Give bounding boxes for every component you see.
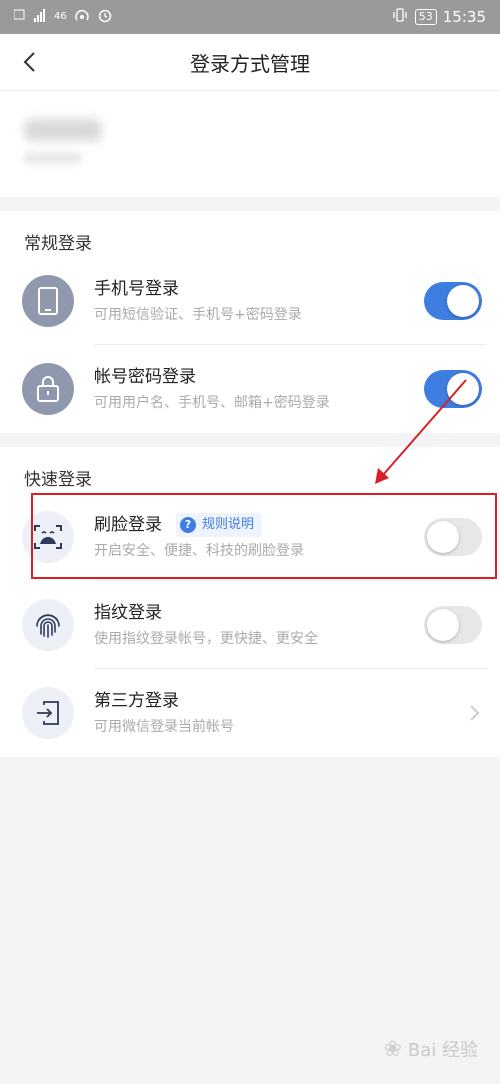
lock-icon xyxy=(22,363,74,415)
toggle-knob xyxy=(447,373,479,405)
rule-description-button[interactable]: ? 规则说明 xyxy=(176,513,263,537)
list-item-password-login: 帐号密码登录 可用用户名、手机号、邮箱+密码登录 xyxy=(0,345,500,433)
list-item-face-login: 刷脸登录 ? 规则说明 开启安全、便捷、科技的刷脸登录 xyxy=(0,493,500,581)
paw-icon: ❀ xyxy=(383,1036,402,1062)
watermark: ❀ Bai 经验 xyxy=(383,1036,478,1062)
rule-description-label: 规则说明 xyxy=(202,517,255,532)
watermark-text: Bai 经验 xyxy=(407,1040,478,1061)
account-info xyxy=(0,91,500,197)
signal-icon xyxy=(13,7,48,27)
hotspot-icon xyxy=(73,7,91,27)
face-login-toggle[interactable] xyxy=(424,518,482,556)
list-item-phone-login: 手机号登录 可用短信验证、手机号+密码登录 xyxy=(0,257,500,345)
status-left: 46 xyxy=(13,7,113,27)
alarm-icon xyxy=(97,7,113,27)
toggle-knob xyxy=(427,609,459,641)
quick-login-section: 快速登录 刷脸登录 ? 规则说明 开启安全、便捷、科技的刷脸登录 指纹登录 使用… xyxy=(0,447,500,757)
network-type: 46 xyxy=(54,11,67,22)
list-item-third-party-login[interactable]: 第三方登录 可用微信登录当前帐号 xyxy=(0,669,500,757)
section-title-regular: 常规登录 xyxy=(24,234,92,254)
back-button[interactable] xyxy=(10,42,50,82)
status-right: 53 15:35 xyxy=(391,7,486,27)
toggle-knob xyxy=(427,521,459,553)
question-icon: ? xyxy=(180,517,196,533)
blurred-account-detail xyxy=(24,153,82,163)
status-time: 15:35 xyxy=(442,8,486,26)
fingerprint-login-toggle[interactable] xyxy=(424,606,482,644)
status-bar: 46 53 15:35 xyxy=(0,0,500,34)
page-title: 登录方式管理 xyxy=(190,51,310,76)
regular-login-section: 常规登录 手机号登录 可用短信验证、手机号+密码登录 帐号密码登录 可用用户名、… xyxy=(0,211,500,433)
chevron-right-icon[interactable] xyxy=(464,701,484,725)
vibrate-icon xyxy=(391,7,409,27)
item-subtitle: 可用微信登录当前帐号 xyxy=(94,719,234,735)
item-title: 刷脸登录 xyxy=(94,515,162,535)
battery-icon: 53 xyxy=(414,9,437,25)
login-arrow-icon xyxy=(22,687,74,739)
top-nav-bar: 登录方式管理 xyxy=(0,34,500,91)
password-login-toggle[interactable] xyxy=(424,370,482,408)
phone-icon xyxy=(22,275,74,327)
face-scan-icon xyxy=(22,511,74,563)
blurred-username xyxy=(24,119,102,141)
phone-login-toggle[interactable] xyxy=(424,282,482,320)
section-title-quick: 快速登录 xyxy=(24,470,92,490)
toggle-knob xyxy=(447,285,479,317)
item-title: 第三方登录 xyxy=(94,691,179,711)
chevron-left-icon xyxy=(23,52,35,72)
list-item-fingerprint-login: 指纹登录 使用指纹登录帐号，更快捷、更安全 xyxy=(0,581,500,669)
fingerprint-icon xyxy=(22,599,74,651)
